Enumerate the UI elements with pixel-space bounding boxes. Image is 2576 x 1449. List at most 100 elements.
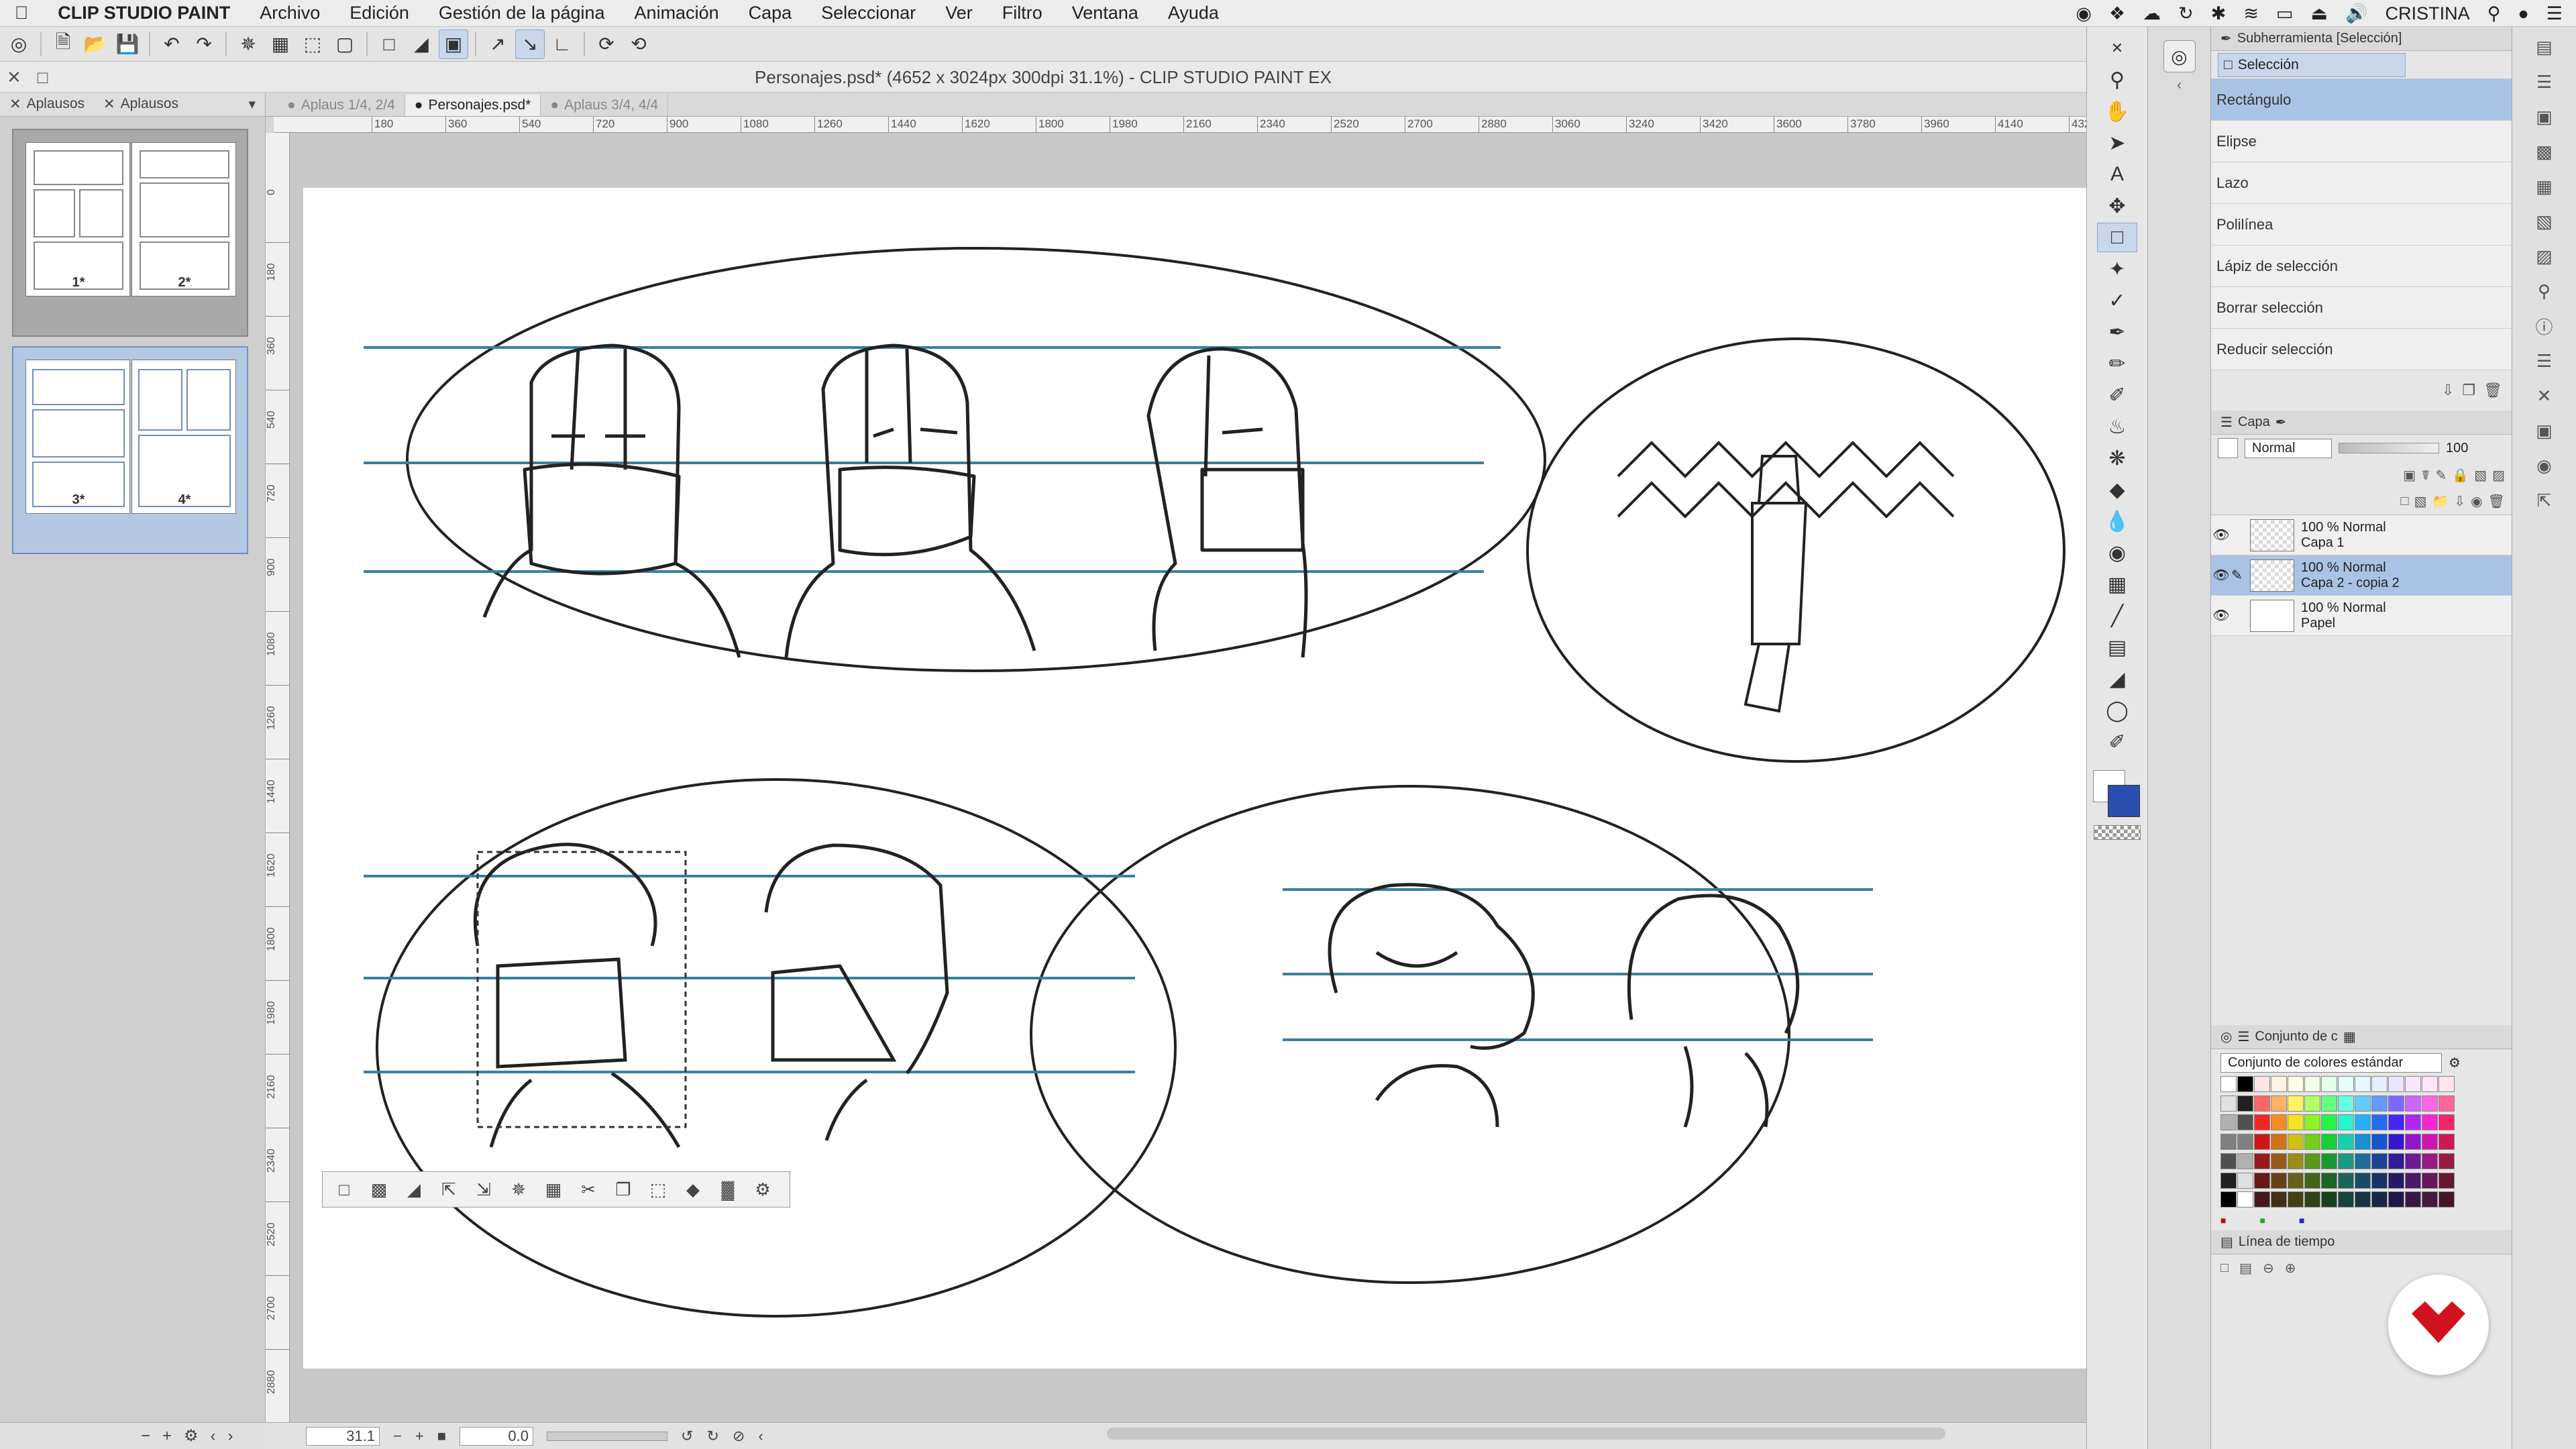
selection-tool-icon[interactable]: □ <box>2097 223 2137 252</box>
color-swatch[interactable] <box>2405 1095 2421 1112</box>
transform-icon[interactable]: ⬚ <box>298 30 327 59</box>
new-vector-layer-icon[interactable]: ▧ <box>2414 493 2427 510</box>
zoom-in-icon[interactable]: + <box>415 1428 424 1445</box>
snap-grid-icon[interactable]: ∟ <box>547 30 577 59</box>
color-swatch[interactable] <box>2288 1191 2304 1208</box>
color-swatch[interactable] <box>2237 1076 2253 1092</box>
color-swatch[interactable] <box>2422 1114 2438 1131</box>
eye-icon[interactable]: 👁 <box>2211 567 2231 584</box>
close-panel-icon[interactable]: ✕ <box>2097 34 2137 63</box>
color-swatch[interactable] <box>2422 1191 2438 1208</box>
color-swatch[interactable] <box>2271 1152 2287 1169</box>
color-wheel-icon[interactable]: ◎ <box>2220 1028 2232 1045</box>
color-swatch[interactable] <box>2438 1076 2455 1092</box>
app-menu[interactable]: CLIP STUDIO PAINT <box>43 3 245 23</box>
color-swatch[interactable] <box>2422 1095 2438 1112</box>
color-swatch[interactable] <box>2271 1095 2287 1112</box>
subtool-lazo[interactable]: Lazo <box>2211 162 2512 204</box>
color-swatch[interactable] <box>2422 1152 2438 1169</box>
menu-gestion-pagina[interactable]: Gestión de la página <box>424 3 620 23</box>
menu-filtro[interactable]: Filtro <box>987 3 1057 23</box>
expand-selection-icon[interactable]: ⇱ <box>434 1175 464 1204</box>
color-swatch[interactable] <box>2254 1191 2270 1208</box>
color-swatch[interactable] <box>2254 1095 2270 1112</box>
subtool-reducir-seleccion[interactable]: Reducir selección <box>2211 329 2512 370</box>
list-icon[interactable]: ☰ <box>2530 346 2559 376</box>
rotate-canvas-icon[interactable]: ⟳ <box>592 30 621 59</box>
prev-page-icon[interactable]: ‹ <box>211 1427 216 1446</box>
color-swatch[interactable] <box>2321 1191 2337 1208</box>
color-swatch[interactable] <box>2304 1076 2320 1092</box>
hand-tool-icon[interactable]: ✋ <box>2097 97 2137 126</box>
page-thumbnail[interactable]: 2* <box>131 142 236 297</box>
pen-tool-icon[interactable]: ✒ <box>2097 317 2137 347</box>
siri-icon[interactable]: ● <box>2518 3 2528 24</box>
panel-icon[interactable]: ▤ <box>2530 32 2559 62</box>
menu-list-icon[interactable]: ☰ <box>2546 3 2563 24</box>
color-swatch[interactable] <box>2254 1152 2270 1169</box>
new-folder-icon[interactable]: 📁 <box>2432 493 2449 510</box>
menu-animacion[interactable]: Animación <box>620 3 734 23</box>
copy-paste-icon[interactable]: ❐ <box>608 1175 638 1204</box>
cloud-icon[interactable]: ☁ <box>2143 3 2161 24</box>
zoom-out-icon[interactable]: − <box>393 1428 402 1445</box>
eye-icon[interactable]: 👁 <box>2211 607 2231 624</box>
scroll-left-icon[interactable]: ‹ <box>758 1428 763 1445</box>
color-swatches[interactable] <box>2211 1076 2512 1210</box>
eyedropper-tool-icon[interactable]: ✓ <box>2097 286 2137 315</box>
properties-icon[interactable]: ▩ <box>2530 137 2559 166</box>
deselect-icon[interactable]: □ <box>374 30 404 59</box>
launcher-settings-icon[interactable]: ⚙ <box>748 1175 777 1204</box>
color-swatch[interactable] <box>2405 1076 2421 1092</box>
main-color-swatch[interactable] <box>2108 785 2140 817</box>
color-swatch[interactable] <box>2355 1172 2371 1189</box>
menu-seleccionar[interactable]: Seleccionar <box>806 3 930 23</box>
color-swatch[interactable] <box>2388 1134 2404 1150</box>
color-swatch[interactable] <box>2237 1134 2253 1150</box>
menu-archivo[interactable]: Archivo <box>245 3 335 23</box>
mask-icon[interactable]: ▨ <box>2492 467 2505 484</box>
color-swatch[interactable] <box>2338 1191 2354 1208</box>
figure-tool-icon[interactable]: ╱ <box>2097 601 2137 631</box>
color-swatch[interactable] <box>2321 1114 2337 1131</box>
color-swatch[interactable] <box>2304 1134 2320 1150</box>
save-icon[interactable]: 💾 <box>113 30 142 59</box>
material-icon[interactable]: ▧ <box>2530 207 2559 236</box>
color-swatch[interactable] <box>2405 1191 2421 1208</box>
doc-tab-aplaus-2[interactable]: ● Aplaus 3/4, 4/4 <box>541 95 669 116</box>
color-swatch[interactable] <box>2321 1095 2337 1112</box>
menu-ventana[interactable]: Ventana <box>1057 3 1153 23</box>
time-machine-icon[interactable]: ↻ <box>2178 3 2194 24</box>
fill-tool-icon[interactable]: ◉ <box>2097 538 2137 568</box>
blend-mode-select[interactable]: Normal <box>2245 438 2332 458</box>
color-swatch[interactable] <box>2388 1114 2404 1131</box>
zoom-in-icon[interactable]: + <box>162 1427 172 1446</box>
color-swatch[interactable] <box>2438 1134 2455 1150</box>
merge-down-icon[interactable]: ⇩ <box>2454 493 2465 510</box>
panel-menu-icon[interactable]: ▾ <box>239 96 265 113</box>
color-swatch[interactable] <box>2288 1134 2304 1150</box>
new-raster-layer-icon[interactable]: □ <box>2400 494 2408 509</box>
color-swatch[interactable] <box>2237 1095 2253 1112</box>
subtool-polilinea[interactable]: Polilínea <box>2211 204 2512 246</box>
bluetooth-icon[interactable]: ✱ <box>2211 3 2226 24</box>
show-selection-icon[interactable]: ▣ <box>439 29 468 59</box>
color-swatch[interactable] <box>2422 1076 2438 1092</box>
color-swatch[interactable] <box>2438 1095 2455 1112</box>
opacity-value[interactable]: 100 <box>2446 441 2468 456</box>
close-icon[interactable]: ✕ <box>9 96 21 113</box>
close-icon[interactable]: ✕ <box>103 96 115 113</box>
rotation-slider[interactable] <box>547 1431 668 1441</box>
color-swatch[interactable] <box>2321 1172 2337 1189</box>
color-swatch[interactable] <box>2405 1114 2421 1131</box>
auto-select-tool-icon[interactable]: ✦ <box>2097 254 2137 284</box>
wifi-icon[interactable]: ≋ <box>2243 3 2259 24</box>
color-swatch[interactable] <box>2321 1076 2337 1092</box>
clear-icon[interactable]: ✵ <box>233 30 263 59</box>
close-window-icon[interactable]: ✕ <box>7 67 21 88</box>
color-swatch[interactable] <box>2438 1114 2455 1131</box>
page-thumbnail-spread-1[interactable]: 1* 2* <box>12 129 248 337</box>
gradient-tool-icon[interactable]: ▦ <box>2097 570 2137 599</box>
navigator-icon[interactable]: ▣ <box>2530 102 2559 131</box>
color-swatch[interactable] <box>2271 1172 2287 1189</box>
